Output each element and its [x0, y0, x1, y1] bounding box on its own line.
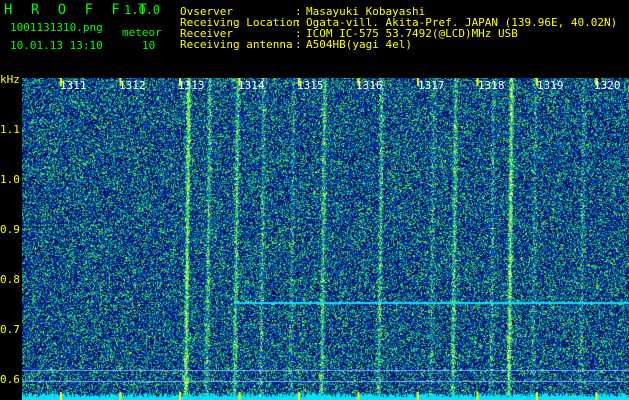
axis-tick-label: 0.7 — [0, 323, 20, 336]
info-label-antenna: Receiving antenna — [180, 38, 293, 51]
minute-label: 1312 — [119, 79, 146, 92]
counter-label: meteor — [122, 26, 162, 39]
app-version: 1.0.0 — [124, 3, 161, 17]
minute-label: 1319 — [537, 79, 564, 92]
axis-tick-label: 0.9 — [0, 223, 20, 236]
minute-label: 1313 — [178, 79, 205, 92]
spectrogram-canvas — [22, 78, 629, 400]
axis-tick-label: 1.0 — [0, 173, 20, 186]
file-name: 1001131310.png — [10, 21, 103, 34]
minute-label: 1311 — [60, 79, 87, 92]
axis-tick-label: 0.8 — [0, 273, 20, 286]
axis-unit-label: kHz — [0, 73, 20, 86]
info-sep-antenna: : — [295, 38, 302, 51]
minute-label: 1314 — [238, 79, 265, 92]
axis-tick-label: 1.1 — [0, 123, 20, 136]
minute-label: 1318 — [478, 79, 505, 92]
minute-label: 1316 — [356, 79, 383, 92]
minute-label: 1315 — [297, 79, 324, 92]
info-value-antenna: A504HB(yagi 4el) — [306, 38, 412, 51]
axis-tick-label: 0.6 — [0, 373, 20, 386]
counter-value: 10 — [142, 39, 156, 52]
minute-label: 1320 — [594, 79, 621, 92]
header-panel: H R O F F T 1.0.0 1001131310.png meteor … — [0, 0, 629, 78]
date-time: 10.01.13 13:10 — [10, 39, 103, 52]
minute-label: 1317 — [418, 79, 445, 92]
